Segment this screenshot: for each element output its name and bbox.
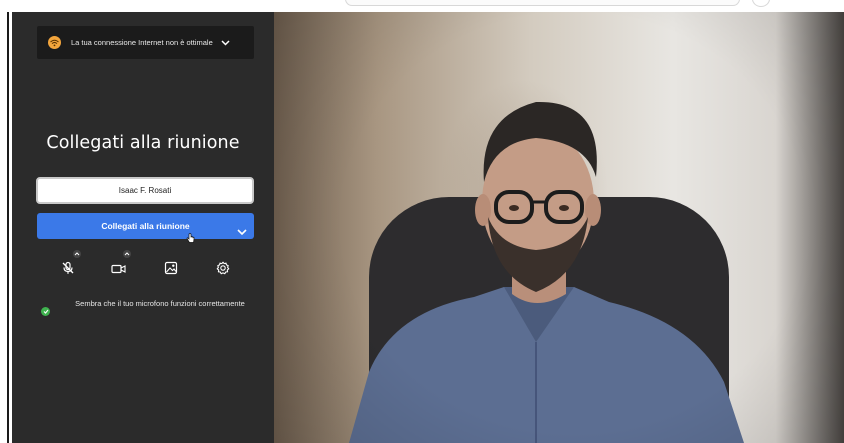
hand-cursor-icon [186,229,195,248]
camera-preview [274,12,844,443]
browser-profile-button[interactable] [752,0,770,7]
connection-warning-banner[interactable]: La tua connessione Internet non è ottima… [37,26,254,59]
window-edge [0,0,12,443]
video-camera-icon [110,260,126,279]
check-circle-icon [41,307,50,316]
page-title: Collegati alla riunione [46,133,240,153]
prejoin-panel: La tua connessione Internet non è ottima… [12,12,274,443]
chevron-up-icon[interactable] [123,250,131,258]
camera-toggle[interactable] [106,250,131,281]
browser-toolbar [0,0,844,12]
join-meeting-label: Collegati alla riunione [101,221,190,231]
video-vignette [274,12,844,443]
settings-button[interactable] [211,257,235,281]
media-controls [12,250,274,281]
mic-status-text: Sembra che il tuo microfono funzioni cor… [75,299,245,308]
address-bar[interactable] [345,0,740,6]
gear-icon [216,260,230,279]
background-effects-button[interactable] [159,257,183,281]
connection-warning-text: La tua connessione Internet non è ottima… [71,38,213,47]
display-name-input[interactable] [36,177,254,204]
microphone-toggle[interactable] [56,250,81,281]
mic-off-icon [61,260,75,279]
image-effects-icon [164,260,178,279]
chevron-down-icon[interactable] [221,39,230,46]
wifi-icon [48,36,61,49]
chevron-up-icon[interactable] [73,250,81,258]
mic-status-message: Sembra che il tuo microfono funzioni cor… [12,298,274,324]
window-edge-line [7,12,9,443]
chevron-down-icon[interactable] [237,221,247,240]
join-meeting-button[interactable]: Collegati alla riunione [37,213,254,239]
